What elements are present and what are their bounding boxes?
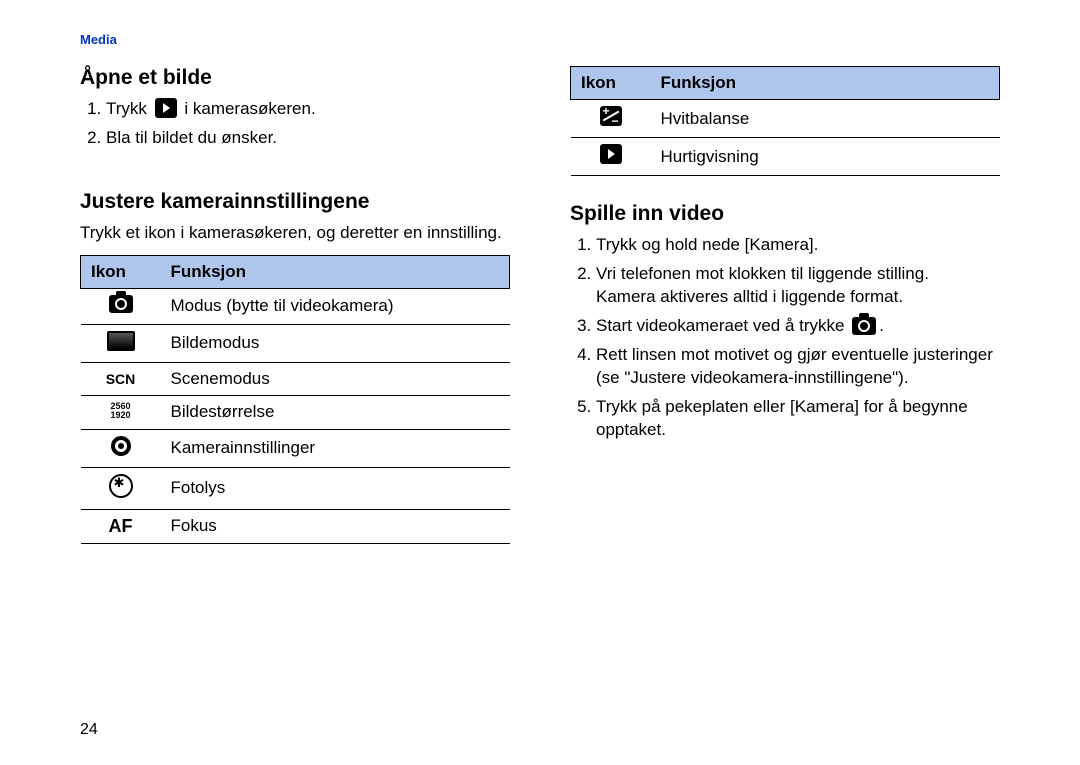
left-column: Åpne et bilde Trykk i kamerasøkeren. Bla… bbox=[80, 32, 510, 544]
table-cell-label: Scenemodus bbox=[161, 362, 510, 395]
table-row: SCN Scenemodus bbox=[81, 362, 510, 395]
page-content: Åpne et bilde Trykk i kamerasøkeren. Bla… bbox=[0, 0, 1080, 544]
step-text-post: i kamerasøkeren. bbox=[180, 99, 316, 118]
list-item: Vri telefonen mot klokken til liggende s… bbox=[596, 263, 1000, 309]
image-size-icon: 25601920 bbox=[110, 402, 130, 420]
quick-view-icon bbox=[600, 144, 622, 164]
page-number: 24 bbox=[80, 721, 98, 739]
list-item: Trykk i kamerasøkeren. bbox=[106, 98, 510, 121]
list-item: Trykk og hold nede [Kamera]. bbox=[596, 234, 1000, 257]
table-row: Bildemodus bbox=[81, 324, 510, 362]
table-cell-label: Hurtigvisning bbox=[651, 138, 1000, 176]
right-column: Ikon Funksjon Hvitbalanse Hurtigvisning … bbox=[570, 32, 1000, 544]
camera-icon bbox=[852, 317, 876, 335]
autofocus-icon: AF bbox=[109, 516, 133, 536]
list-item: Rett linsen mot motivet og gjør eventuel… bbox=[596, 344, 1000, 390]
heading-adjust-settings: Justere kamerainnstillingene bbox=[80, 190, 510, 214]
image-mode-icon bbox=[107, 331, 135, 351]
table-cell-label: Fotolys bbox=[161, 467, 510, 509]
list-item: Trykk på pekeplaten eller [Kamera] for å… bbox=[596, 396, 1000, 442]
photo-light-icon bbox=[109, 474, 133, 498]
open-image-steps: Trykk i kamerasøkeren. Bla til bildet du… bbox=[80, 98, 510, 150]
settings-gear-icon bbox=[111, 436, 131, 456]
table-row: Modus (bytte til videokamera) bbox=[81, 288, 510, 324]
white-balance-icon bbox=[600, 106, 622, 126]
list-item: Start videokameraet ved å trykke . bbox=[596, 315, 1000, 338]
table-header-function: Funksjon bbox=[651, 67, 1000, 100]
icon-function-table-left: Ikon Funksjon Modus (bytte til videokame… bbox=[80, 255, 510, 544]
table-cell-label: Fokus bbox=[161, 509, 510, 543]
table-cell-label: Bildestørrelse bbox=[161, 395, 510, 429]
camera-icon bbox=[109, 295, 133, 313]
section-link-media[interactable]: Media bbox=[80, 32, 117, 47]
table-header-icon: Ikon bbox=[81, 255, 161, 288]
table-header-icon: Ikon bbox=[571, 67, 651, 100]
list-item: Bla til bildet du ønsker. bbox=[106, 127, 510, 150]
table-row: Fotolys bbox=[81, 467, 510, 509]
step-text-pre: Start videokameraet ved å trykke bbox=[596, 316, 849, 335]
table-cell-label: Modus (bytte til videokamera) bbox=[161, 288, 510, 324]
table-row: Kamerainnstillinger bbox=[81, 429, 510, 467]
table-row: Hvitbalanse bbox=[571, 100, 1000, 138]
scene-mode-icon: SCN bbox=[106, 371, 136, 387]
table-row: AF Fokus bbox=[81, 509, 510, 543]
record-video-steps: Trykk og hold nede [Kamera]. Vri telefon… bbox=[570, 234, 1000, 442]
step-text-post: . bbox=[879, 316, 884, 335]
table-cell-label: Kamerainnstillinger bbox=[161, 429, 510, 467]
adjust-settings-intro: Trykk et ikon i kamerasøkeren, og derett… bbox=[80, 222, 510, 245]
table-cell-label: Bildemodus bbox=[161, 324, 510, 362]
step-text-pre: Trykk bbox=[106, 99, 152, 118]
table-cell-label: Hvitbalanse bbox=[651, 100, 1000, 138]
table-header-function: Funksjon bbox=[161, 255, 510, 288]
table-row: 25601920 Bildestørrelse bbox=[81, 395, 510, 429]
table-row: Hurtigvisning bbox=[571, 138, 1000, 176]
heading-open-image: Åpne et bilde bbox=[80, 66, 510, 90]
icon-function-table-right: Ikon Funksjon Hvitbalanse Hurtigvisning bbox=[570, 66, 1000, 176]
play-icon bbox=[155, 98, 177, 118]
heading-record-video: Spille inn video bbox=[570, 202, 1000, 226]
